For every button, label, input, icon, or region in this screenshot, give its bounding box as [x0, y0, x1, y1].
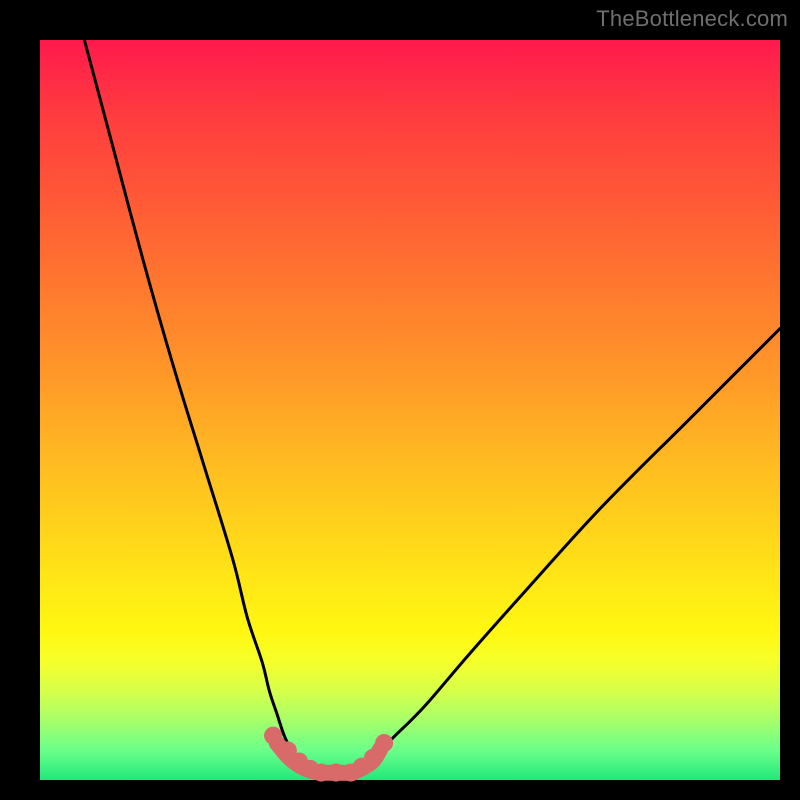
curves-svg	[40, 40, 780, 780]
chart-frame: TheBottleneck.com	[0, 0, 800, 800]
plot-area	[40, 40, 780, 780]
chart-line-left-branch	[84, 40, 313, 773]
chart-line-right-branch	[351, 329, 780, 773]
watermark-text: TheBottleneck.com	[596, 6, 788, 32]
